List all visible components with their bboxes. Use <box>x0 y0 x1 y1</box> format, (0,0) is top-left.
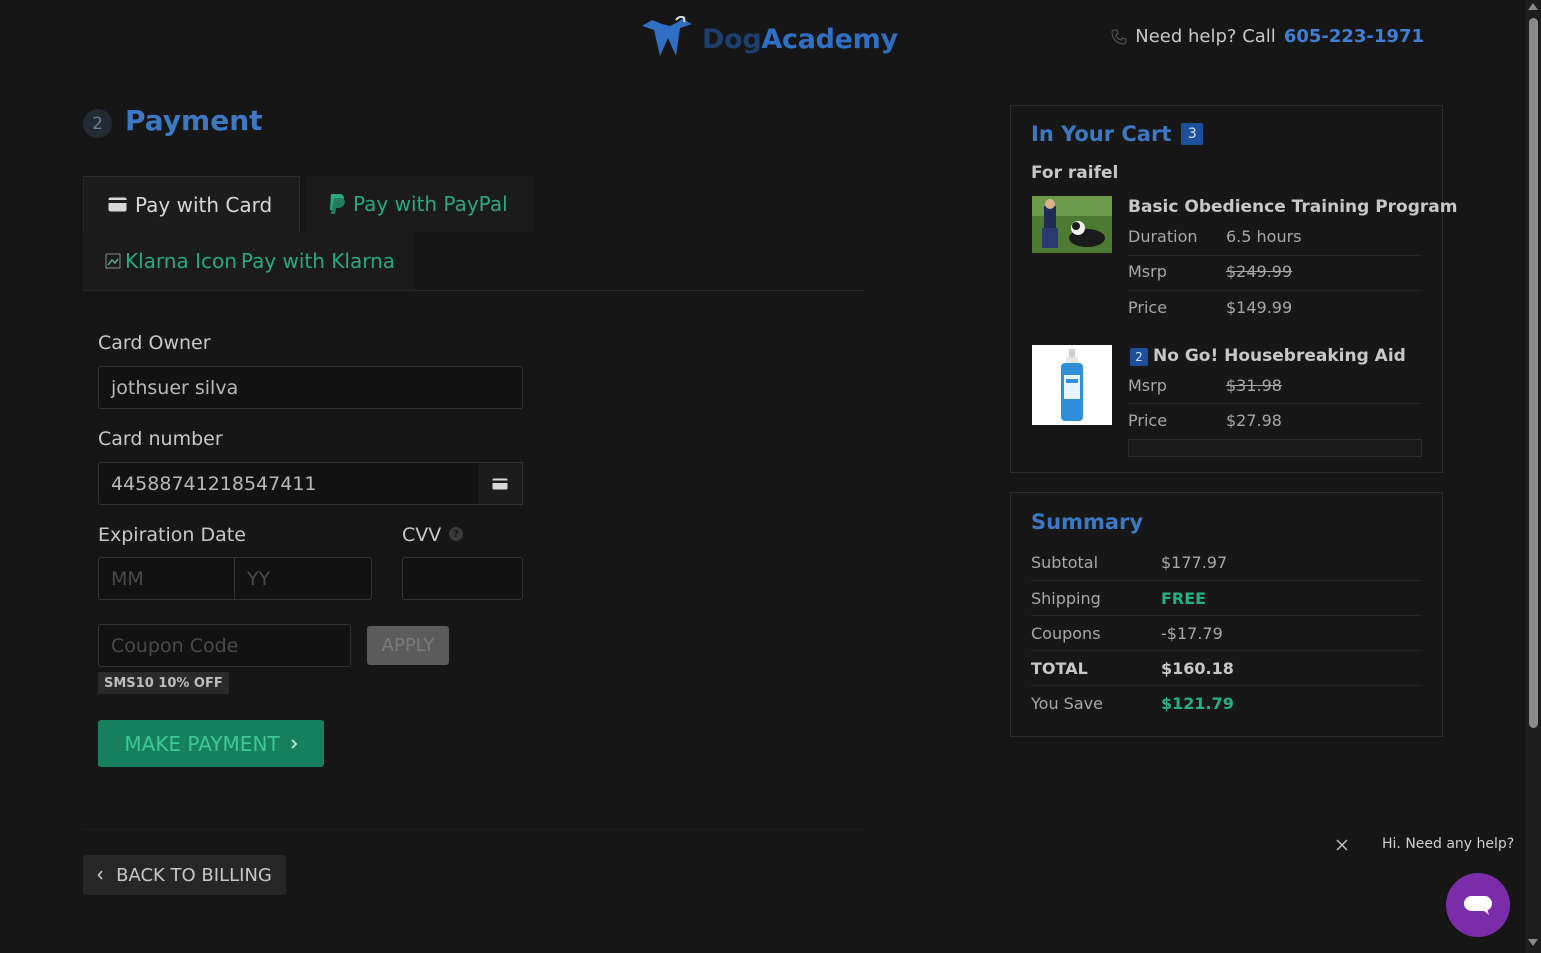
cart-for-label: For raifel <box>1031 163 1119 183</box>
summary-key: Subtotal <box>1031 553 1099 572</box>
tab-pay-with-klarna[interactable]: Klarna Icon Pay with Klarna <box>83 232 415 290</box>
help-phone-link[interactable]: 605-223-1971 <box>1284 26 1424 47</box>
section-divider <box>83 829 865 830</box>
step-number: 2 <box>83 109 112 138</box>
summary-coupons: -$17.79 <box>1161 624 1223 643</box>
tab-klarna-label: Pay with Klarna <box>240 249 396 273</box>
cvv-input[interactable] <box>402 557 523 600</box>
tabs-divider <box>83 290 865 291</box>
cart-item-value: 6.5 hours <box>1226 227 1302 246</box>
summary-total: $160.18 <box>1161 659 1234 678</box>
apply-coupon-button[interactable]: APPLY <box>367 626 449 665</box>
cart-item-msrp: $249.99 <box>1226 262 1293 281</box>
dogacademy-logo[interactable]: DogAcademy <box>640 16 898 62</box>
chat-bubble-icon <box>1464 896 1492 915</box>
summary-key: TOTAL <box>1031 659 1088 678</box>
row-divider <box>1128 255 1422 256</box>
cvv-label: CVV <box>402 524 442 546</box>
scrollbar-thumb[interactable] <box>1529 18 1538 728</box>
card-number-input[interactable]: 445887412185474​11 <box>98 462 479 505</box>
help-contact: Need help? Call 605-223-1971 <box>1111 26 1424 47</box>
cart-item-name[interactable]: Basic Obedience Training Program <box>1128 197 1457 217</box>
row-divider <box>1128 290 1422 291</box>
phone-icon <box>1111 29 1127 45</box>
cart-item-bar <box>1128 439 1422 457</box>
cart-count-badge: 3 <box>1181 123 1204 145</box>
expiration-label: Expiration Date <box>98 524 246 546</box>
row-divider <box>1031 580 1422 581</box>
dog-logo-icon <box>642 16 692 56</box>
row-divider <box>1128 403 1422 404</box>
klarna-broken-image-icon <box>105 253 121 269</box>
cart-title-text: In Your Cart <box>1031 122 1172 146</box>
cart-title: In Your Cart 3 <box>1031 122 1204 146</box>
tab-pay-with-card[interactable]: Pay with Card <box>83 176 300 232</box>
cart-item-key: Price <box>1128 411 1168 430</box>
scroll-up-arrow[interactable] <box>1528 3 1538 10</box>
cart-item-name[interactable]: 2 No Go! Housebreaking Aid <box>1130 346 1406 366</box>
item-qty-badge: 2 <box>1130 348 1148 366</box>
expiration-month-input[interactable]: MM <box>98 557 235 600</box>
chevron-right-icon <box>290 738 297 749</box>
back-to-billing-button[interactable]: BACK TO BILLING <box>83 855 286 895</box>
summary-key: Shipping <box>1031 589 1101 608</box>
chevron-left-icon <box>97 870 103 880</box>
summary-key: You Save <box>1031 694 1103 713</box>
chat-greeting[interactable]: Hi. Need any help? <box>1382 836 1514 852</box>
summary-shipping: FREE <box>1161 589 1207 608</box>
scroll-down-arrow[interactable] <box>1528 939 1538 946</box>
summary-key: Coupons <box>1031 624 1101 643</box>
card-owner-label: Card Owner <box>98 332 211 354</box>
row-divider <box>1031 685 1422 686</box>
cart-item-key: Price <box>1128 298 1168 317</box>
tab-paypal-label: Pay with PayPal <box>353 192 508 216</box>
row-divider <box>1031 650 1422 651</box>
card-owner-input[interactable]: jothsuer silva <box>98 366 523 409</box>
credit-card-icon <box>108 197 127 212</box>
product-image-no-go <box>1032 345 1112 425</box>
cart-item-price: $149.99 <box>1226 298 1293 317</box>
summary-title: Summary <box>1031 510 1144 534</box>
card-number-addon <box>478 462 523 505</box>
klarna-alt-text: Klarna Icon <box>125 249 237 273</box>
summary-you-save: $121.79 <box>1161 694 1234 713</box>
summary-subtotal: $177.97 <box>1161 553 1228 572</box>
paypal-icon <box>330 194 345 214</box>
help-text: Need help? Call <box>1135 26 1276 47</box>
cart-item-key: Msrp <box>1128 262 1167 281</box>
back-to-billing-label: BACK TO BILLING <box>116 864 272 886</box>
tab-card-label: Pay with Card <box>135 192 273 217</box>
chat-launcher-button[interactable] <box>1446 873 1510 937</box>
tab-pay-with-paypal[interactable]: Pay with PayPal <box>305 176 535 232</box>
make-payment-button[interactable]: MAKE PAYMENT <box>98 720 324 767</box>
cart-item-key: Msrp <box>1128 376 1167 395</box>
cart-item-name-text: No Go! Housebreaking Aid <box>1153 346 1406 366</box>
card-number-label: Card number <box>98 428 223 450</box>
cvv-help-icon[interactable]: ? <box>449 527 463 541</box>
cart-item-key: Duration <box>1128 227 1198 246</box>
applied-coupon-badge: SMS10 10% OFF <box>98 672 229 694</box>
page-title: Payment <box>125 104 263 137</box>
cart-item-price: $27.98 <box>1226 411 1282 430</box>
cart-item-msrp: $31.98 <box>1226 376 1282 395</box>
product-image-obedience <box>1032 196 1112 253</box>
row-divider <box>1031 615 1422 616</box>
credit-card-icon <box>492 478 508 489</box>
close-icon[interactable] <box>1334 837 1350 853</box>
coupon-code-input[interactable]: Coupon Code <box>98 624 351 667</box>
make-payment-label: MAKE PAYMENT <box>124 731 280 756</box>
logo-text: DogAcademy <box>702 23 898 55</box>
expiration-year-input[interactable]: YY <box>234 557 372 600</box>
